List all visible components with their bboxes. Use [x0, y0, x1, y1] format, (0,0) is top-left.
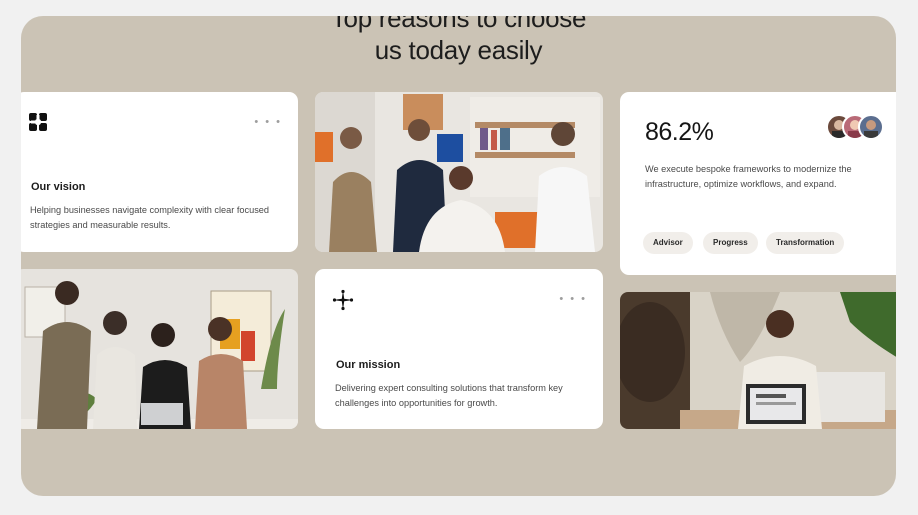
heading-line-1: Top reasons to choose: [330, 16, 587, 33]
vision-description: Helping businesses navigate complexity w…: [30, 205, 270, 230]
vision-title: Our vision: [31, 181, 86, 193]
sparkle-cross-icon: [332, 289, 354, 316]
tag-advisor[interactable]: Advisor: [643, 232, 693, 254]
vision-menu-icon[interactable]: • • •: [254, 116, 282, 128]
mission-description: Delivering expert consulting solutions t…: [335, 383, 563, 408]
features-section: Top reasons to choose us today easily • …: [21, 16, 896, 496]
team-photo-group: [315, 92, 603, 252]
team-photo-laptop: [21, 269, 298, 429]
knot-logo-icon: [28, 112, 48, 137]
tag-transformation[interactable]: Transformation: [766, 232, 845, 254]
stat-value: 86.2%: [645, 118, 714, 146]
vision-card: • • • Our vision Helping businesses navi…: [21, 92, 298, 252]
mission-title: Our mission: [336, 359, 401, 371]
tag-progress[interactable]: Progress: [703, 232, 758, 254]
stat-card: 86.2% We execute bespoke frameworks to m…: [620, 92, 896, 275]
stat-description: We execute bespoke frameworks to moderni…: [645, 164, 852, 189]
section-heading: Top reasons to choose us today easily: [21, 16, 896, 66]
avatar: [858, 114, 884, 140]
heading-line-2: us today easily: [374, 35, 543, 65]
mission-menu-icon[interactable]: • • •: [559, 293, 587, 305]
mission-card: • • • Our mission Delivering expert cons…: [315, 269, 603, 429]
team-photo-discussion: [620, 292, 896, 429]
avatar-group: [826, 114, 896, 142]
